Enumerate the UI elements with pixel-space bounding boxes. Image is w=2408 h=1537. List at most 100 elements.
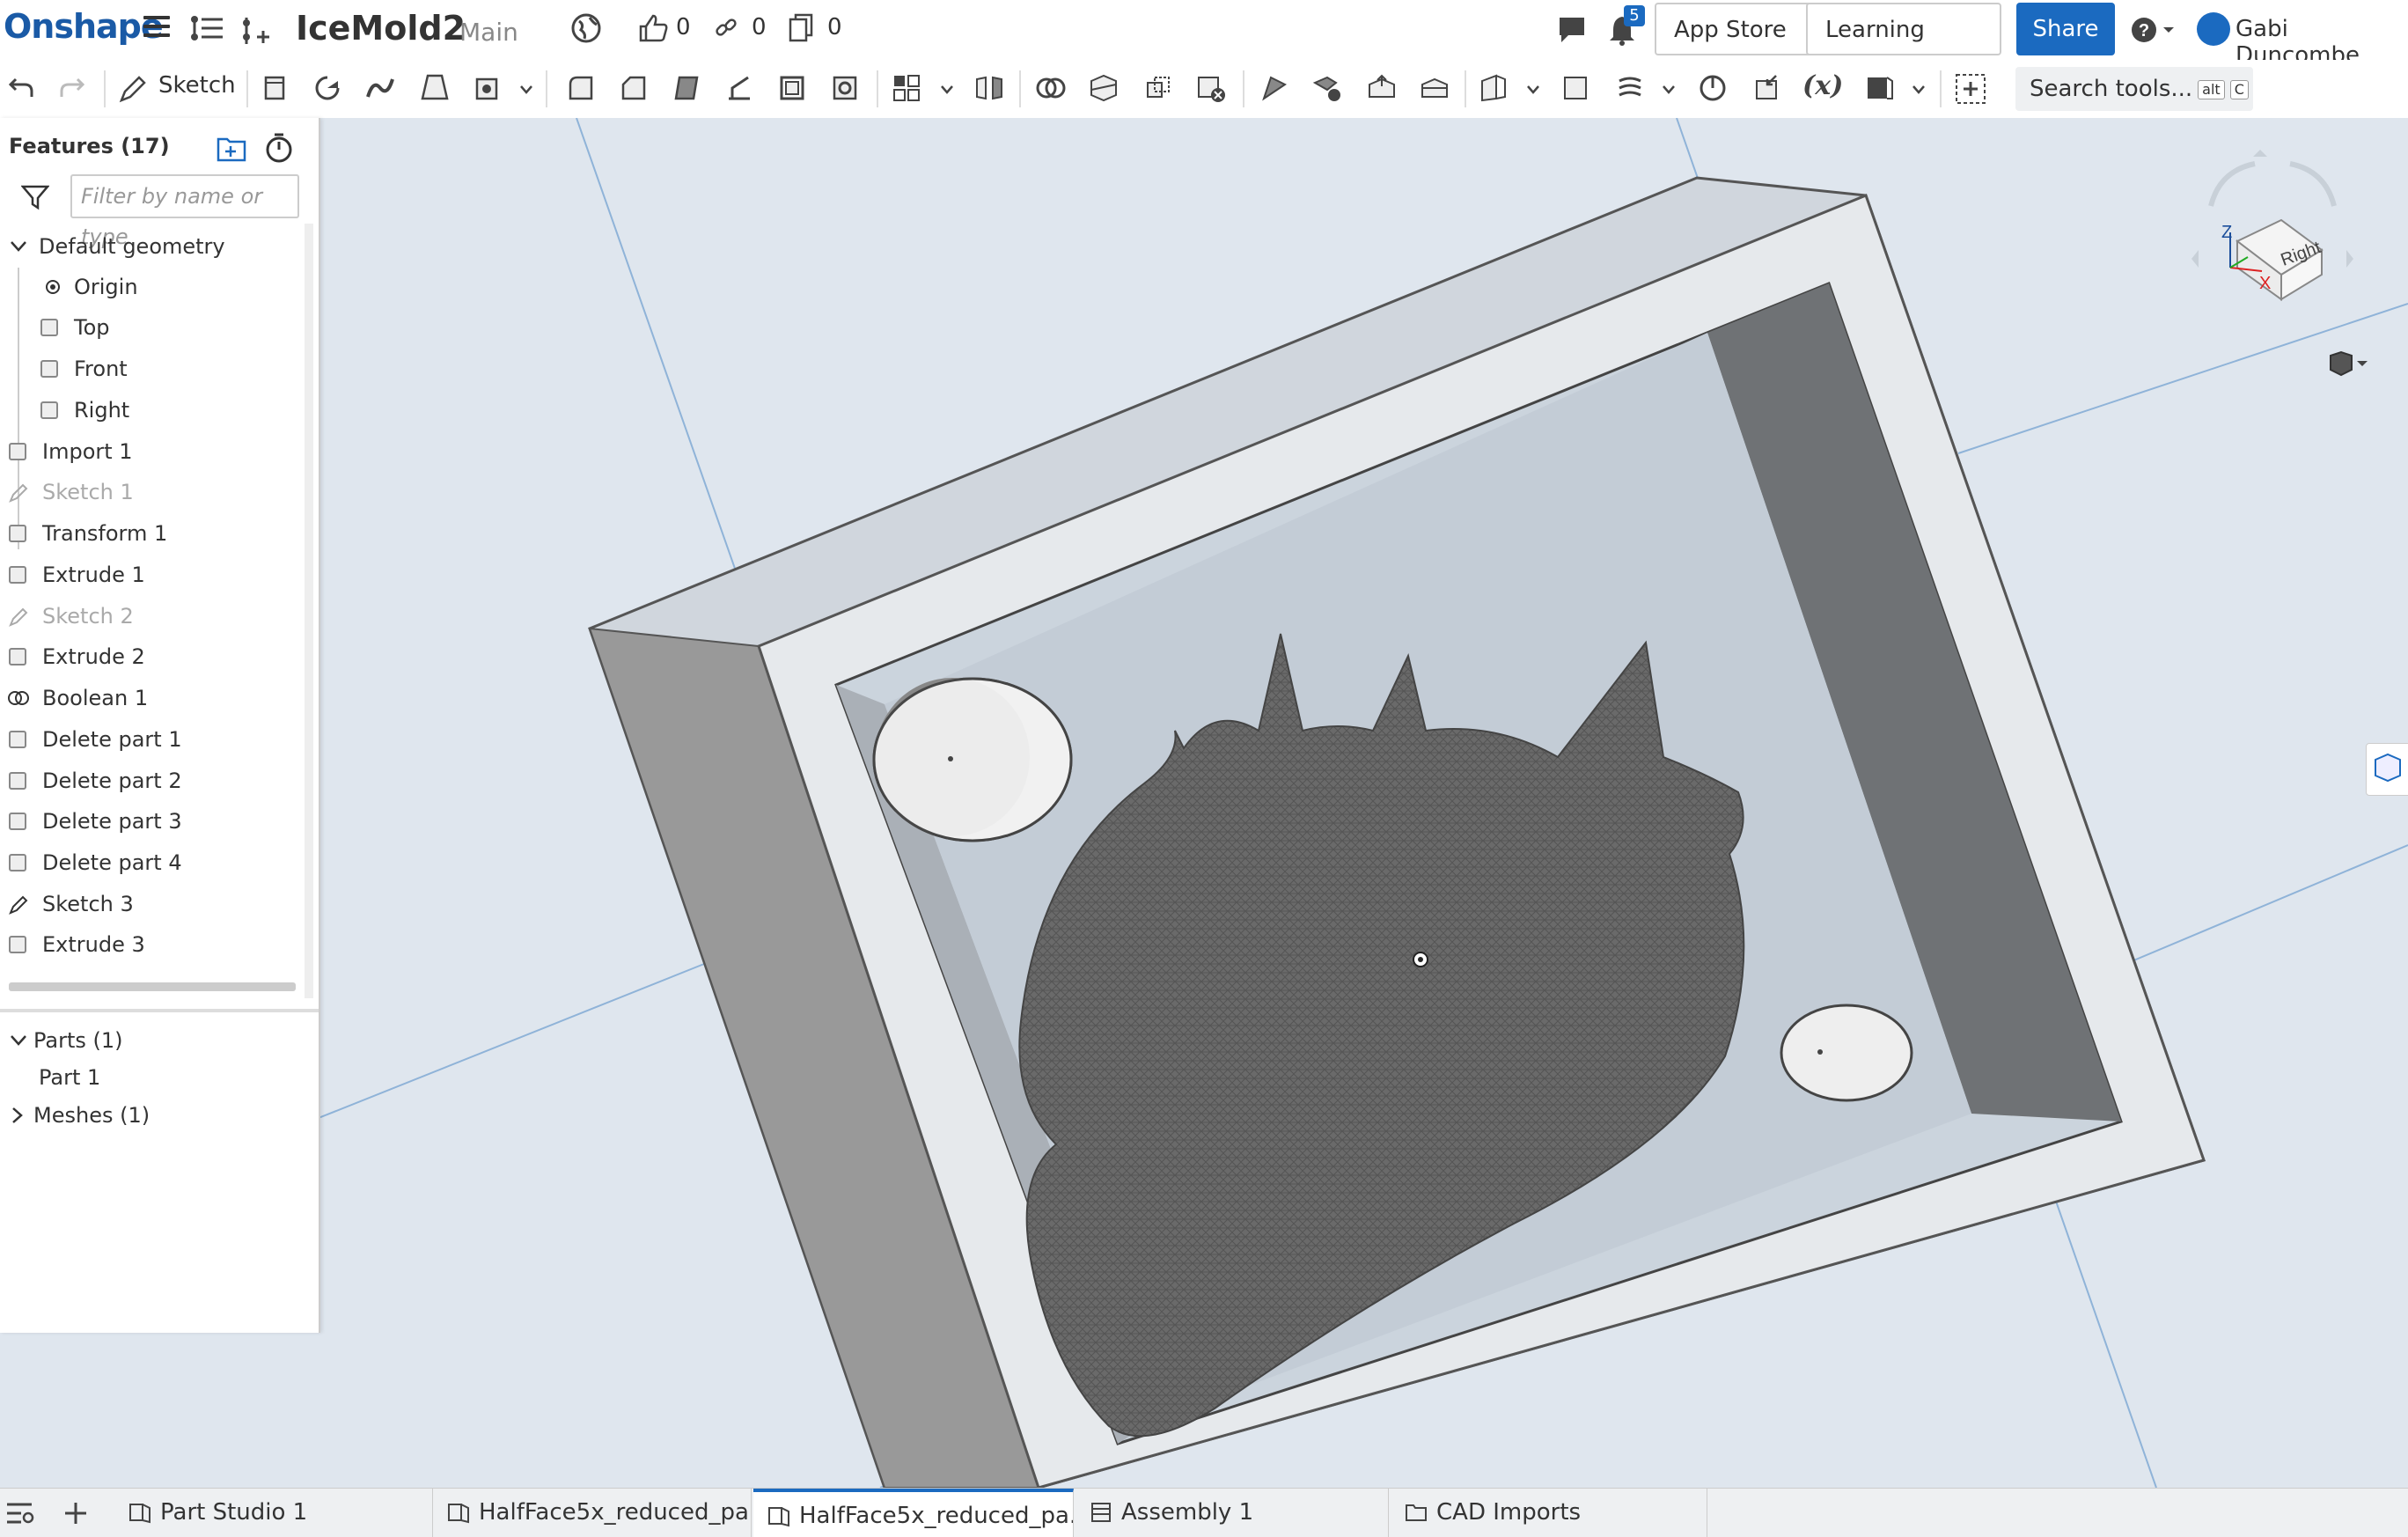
shell-icon[interactable]	[776, 72, 808, 104]
version-icon[interactable]	[239, 14, 271, 46]
tab-label: HalfFace5x_reduced_pa...	[799, 1503, 1074, 1529]
hole-icon[interactable]	[829, 72, 861, 104]
pattern-icon[interactable]	[891, 72, 922, 104]
horizontal-scrollbar[interactable]	[9, 982, 296, 991]
toolbar-separator	[246, 70, 248, 107]
onshape-logo[interactable]: Onshape	[4, 7, 164, 46]
undo-icon[interactable]	[7, 74, 35, 102]
plane-icon[interactable]	[1479, 72, 1510, 104]
toolbar-separator	[1019, 70, 1021, 107]
draft-icon[interactable]	[671, 72, 702, 104]
feature-label: Delete part 2	[42, 768, 182, 793]
chevron-down-icon[interactable]	[1912, 85, 1926, 95]
graphics-viewport[interactable]: Z X Right	[319, 118, 2408, 1488]
tab-part-studio-1[interactable]: Part Studio 1	[114, 1489, 433, 1537]
chevron-down-icon[interactable]	[519, 85, 533, 95]
like-icon[interactable]	[637, 12, 669, 44]
svg-text:?: ?	[2139, 21, 2149, 40]
panel-divider[interactable]	[0, 1009, 319, 1012]
delete-part-icon[interactable]	[1195, 72, 1227, 104]
rib-icon[interactable]	[723, 72, 755, 104]
delete-part-icon	[9, 854, 26, 871]
sweep-icon[interactable]	[364, 72, 396, 104]
view-cube[interactable]: Z X Right	[2149, 136, 2360, 320]
delete-face-icon[interactable]	[1311, 72, 1343, 104]
feature-filter-input[interactable]: Filter by name or type	[70, 174, 299, 249]
boolean-icon[interactable]	[1035, 72, 1067, 104]
tab-halfface-2[interactable]: HalfFace5x_reduced_pa...	[753, 1489, 1074, 1537]
sketch-icon	[9, 895, 28, 915]
chamfer-icon[interactable]	[618, 72, 650, 104]
add-custom-tool-icon[interactable]	[1954, 72, 1987, 106]
add-tab-icon[interactable]	[63, 1501, 88, 1526]
feature-label: Extrude 3	[42, 932, 145, 957]
display-mode-icon[interactable]	[2327, 349, 2368, 379]
model-graphic	[319, 118, 2408, 1488]
avatar[interactable]	[2197, 12, 2230, 46]
revolve-icon[interactable]	[312, 72, 343, 104]
vertical-scrollbar[interactable]	[305, 224, 313, 998]
comments-icon[interactable]	[1556, 14, 1588, 44]
chevron-right-icon[interactable]	[11, 1106, 25, 1125]
split-icon[interactable]	[1088, 72, 1120, 104]
redo-icon[interactable]	[58, 74, 86, 102]
feature-label: Front	[74, 357, 128, 381]
toolbar-separator	[546, 70, 547, 107]
like-count: 0	[676, 14, 691, 40]
replace-face-icon[interactable]	[1419, 72, 1450, 104]
chevron-down-icon[interactable]	[1526, 85, 1540, 95]
thicken-icon[interactable]	[472, 72, 503, 104]
transform-icon	[9, 525, 26, 542]
loft-icon[interactable]	[419, 72, 451, 104]
filter-icon[interactable]	[21, 183, 49, 211]
link-count: 0	[752, 14, 767, 40]
app-store-button[interactable]: App Store	[1655, 3, 1829, 55]
custom-features-icon[interactable]	[1864, 72, 1896, 104]
toolbar-separator	[1940, 70, 1942, 107]
mate-connector-icon[interactable]	[1560, 72, 1591, 104]
kbd-alt: alt	[2198, 79, 2225, 99]
helix-icon[interactable]	[1614, 72, 1646, 104]
toolbar: Sketch (x) Search tools... alt C	[0, 60, 2408, 119]
tab-assembly-1[interactable]: Assembly 1	[1076, 1489, 1389, 1537]
extrude-icon[interactable]	[259, 72, 290, 104]
chevron-down-icon[interactable]	[9, 1033, 28, 1048]
tab-cad-imports[interactable]: CAD Imports	[1391, 1489, 1707, 1537]
measure-icon[interactable]	[1697, 72, 1729, 104]
sketch-pencil-icon[interactable]	[118, 74, 148, 104]
globe-icon[interactable]	[570, 12, 602, 44]
move-face-icon[interactable]	[1366, 72, 1398, 104]
mirror-icon[interactable]	[973, 72, 1005, 104]
chevron-down-icon[interactable]	[9, 239, 28, 254]
import-icon[interactable]	[1751, 72, 1783, 104]
chevron-down-icon[interactable]	[1662, 85, 1676, 95]
feature-label: Sketch 3	[42, 892, 134, 916]
rollback-timer-icon[interactable]	[264, 132, 294, 164]
right-panel-toggle[interactable]	[2366, 743, 2408, 796]
tab-halfface-1[interactable]: HalfFace5x_reduced_pa...	[433, 1489, 752, 1537]
assembly-icon	[1091, 1503, 1111, 1522]
add-folder-icon[interactable]	[217, 134, 246, 162]
folder-icon	[1406, 1504, 1427, 1521]
feature-panel: Features (17) Filter by name or type Def…	[0, 118, 320, 1333]
sketch-button[interactable]: Sketch	[158, 72, 236, 99]
branch-graph-icon[interactable]	[189, 14, 224, 44]
variable-icon[interactable]: (x)	[1802, 70, 1843, 101]
fillet-icon[interactable]	[565, 72, 597, 104]
modify-fillet-icon[interactable]	[1259, 72, 1290, 104]
copy-icon[interactable]	[787, 12, 817, 44]
search-tools-input[interactable]: Search tools... alt C	[2015, 67, 2253, 111]
top-header: Onshape IceMold2 Main 0 0 0 5 App Store …	[0, 0, 2408, 94]
menu-icon[interactable]	[143, 16, 170, 42]
tree-guide-line	[18, 268, 19, 549]
document-title[interactable]: IceMold2	[296, 9, 466, 48]
chevron-down-icon[interactable]	[940, 85, 954, 95]
feature-label: Import 1	[42, 439, 133, 464]
learning-center-button[interactable]: Learning Center	[1806, 3, 2001, 94]
transform-icon[interactable]	[1142, 72, 1174, 104]
tab-manager-icon[interactable]	[5, 1501, 37, 1526]
link-icon[interactable]	[715, 16, 739, 40]
origin-icon	[46, 280, 60, 294]
help-icon[interactable]: ?	[2130, 16, 2176, 44]
share-button[interactable]: Share	[2016, 3, 2115, 55]
